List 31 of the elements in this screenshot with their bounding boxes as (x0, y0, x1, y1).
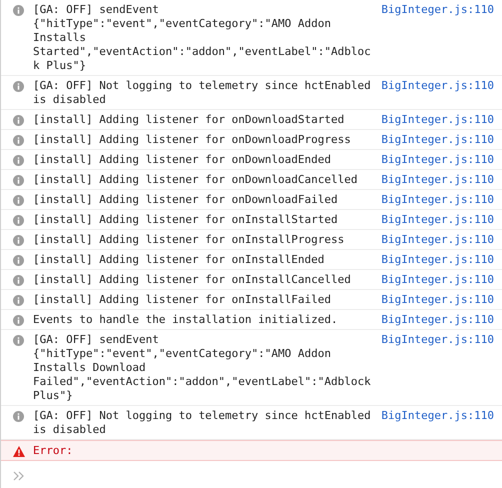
log-message: Error: (33, 444, 74, 458)
log-message: [install] Adding listener for onInstallFailed (33, 293, 332, 307)
source-link[interactable]: BigInteger.js:110 (381, 293, 494, 307)
log-message: [install] Adding listener for onInstallStarted (33, 213, 339, 227)
log-message: [GA: OFF] sendEvent {"hitType":"event","eventCategory":"AMO Addon Installs Started","eventAction":"addon","eventLabel":"Adblock Plus"} (33, 3, 372, 73)
log-message: [GA: OFF] Not logging to telemetry since hctEnabled is disabled (33, 409, 372, 437)
source-link[interactable]: BigInteger.js:110 (381, 253, 494, 267)
log-message: [install] Adding listener for onDownloadCancelled (33, 173, 359, 187)
source-link[interactable]: BigInteger.js:110 (381, 133, 494, 147)
source-link[interactable]: BigInteger.js:110 (381, 193, 494, 207)
log-message: [install] Adding listener for onDownloadStarted (33, 113, 346, 127)
log-message: [install] Adding listener for onDownloadFailed (33, 193, 339, 207)
source-link[interactable]: BigInteger.js:110 (381, 313, 494, 327)
source-link[interactable]: BigInteger.js:110 (381, 173, 494, 187)
source-link[interactable]: BigInteger.js:110 (381, 3, 494, 17)
source-link[interactable]: BigInteger.js:110 (381, 79, 494, 93)
source-link[interactable]: BigInteger.js:110 (381, 153, 494, 167)
log-message: [GA: OFF] sendEvent {"hitType":"event","eventCategory":"AMO Addon Installs Download Failed","eventAction":"addon","eventLabel":"Adblock Plus"} (33, 333, 372, 403)
log-message: [install] Adding listener for onInstallProgress (33, 233, 346, 247)
log-message: [install] Adding listener for onDownloadEnded (33, 153, 332, 167)
log-message: Events to handle the installation initialized. (33, 313, 339, 327)
source-link[interactable]: BigInteger.js:110 (381, 213, 494, 227)
source-link[interactable]: BigInteger.js:110 (381, 273, 494, 287)
log-message: [install] Adding listener for onDownloadProgress (33, 133, 352, 147)
source-link[interactable]: BigInteger.js:110 (381, 333, 494, 347)
log-message: [GA: OFF] Not logging to telemetry since hctEnabled is disabled (33, 79, 372, 107)
source-link[interactable]: BigInteger.js:110 (381, 409, 494, 423)
source-link[interactable]: BigInteger.js:110 (381, 113, 494, 127)
log-message: [install] Adding listener for onInstallEnded (33, 253, 326, 267)
log-message: [install] Adding listener for onInstallCancelled (33, 273, 352, 287)
source-link[interactable]: BigInteger.js:110 (381, 233, 494, 247)
